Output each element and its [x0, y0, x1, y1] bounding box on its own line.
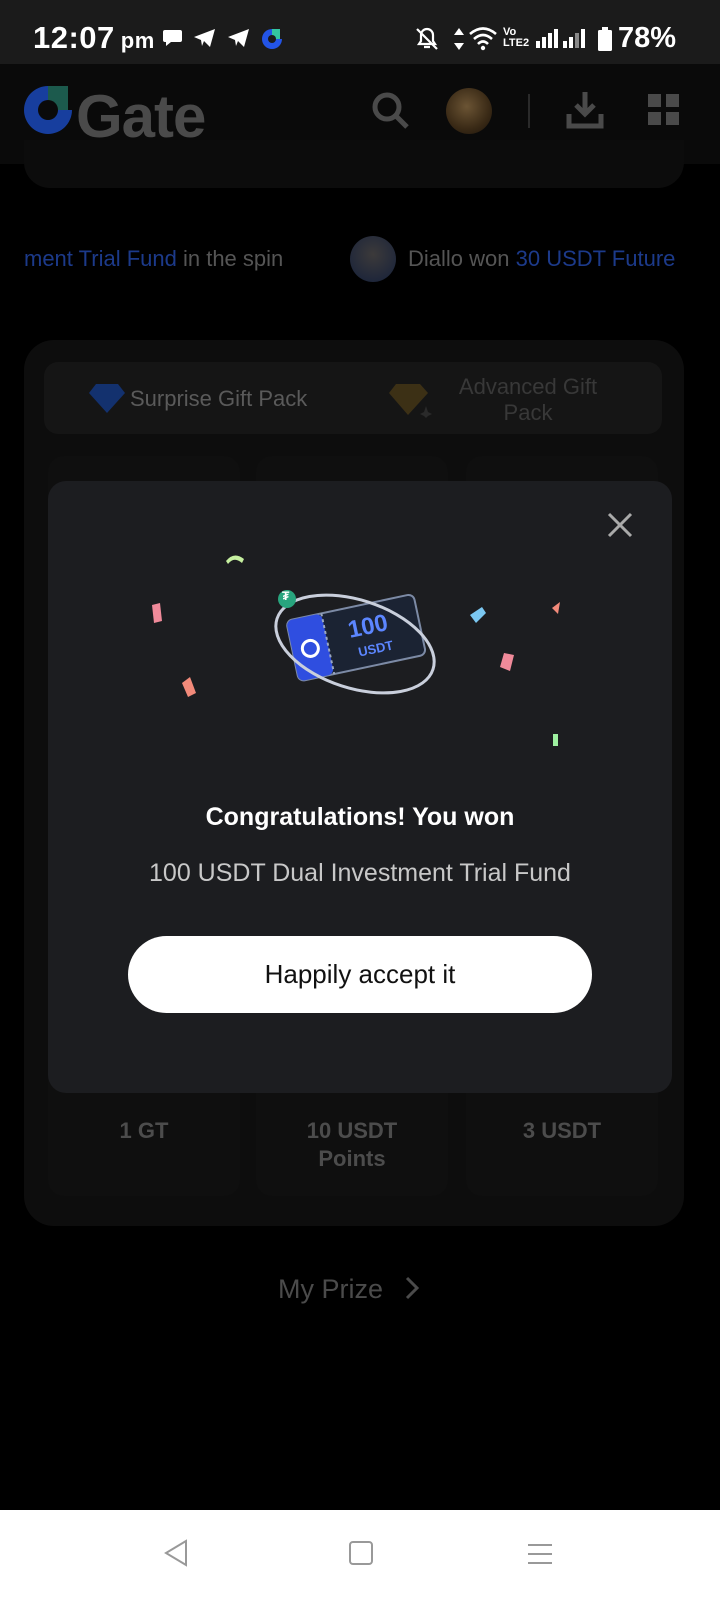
accept-button[interactable]: Happily accept it [128, 936, 592, 1013]
confetti-icon-5 [498, 651, 516, 678]
win-modal: 100 USDT ₮ Congratulations! You won 100 … [48, 481, 672, 1093]
chat-bubble-icon [162, 28, 184, 53]
confetti-icon-4 [468, 605, 488, 630]
confetti-icon-3 [180, 677, 198, 704]
tab-surprise-gift-pack[interactable]: Surprise Gift Pack [130, 386, 307, 412]
back-icon[interactable] [162, 1538, 190, 1573]
search-icon[interactable] [370, 90, 410, 135]
ticker-item-right: Diallo won 30 USDT Future [408, 246, 676, 271]
prize-label-3: 3 USDT [522, 1118, 602, 1143]
status-bar: 12:07 pm Vo LTE2 78% [0, 0, 720, 64]
chevron-right-icon [405, 1276, 419, 1300]
modal-title: Congratulations! You won [205, 803, 515, 831]
avatar[interactable] [446, 88, 492, 134]
gold-diamond-icon [388, 382, 432, 423]
signal-icon [535, 27, 559, 54]
battery-icon [597, 27, 613, 56]
confetti-icon-7 [552, 733, 560, 752]
download-icon[interactable] [566, 90, 604, 135]
ticker-item-left: ment Trial Fund in the spin [24, 246, 284, 271]
tether-icon: ₮ [282, 589, 290, 603]
menu-icon[interactable] [526, 1542, 554, 1571]
confetti-icon [224, 551, 246, 570]
gate-app-icon [260, 27, 284, 56]
home-icon[interactable] [348, 1540, 374, 1571]
battery-percent: 78% [617, 22, 676, 54]
telegram-icon [193, 28, 217, 53]
wifi-icon [468, 25, 498, 56]
prize-label-2: 10 USDT Points [306, 1118, 398, 1171]
apps-grid-icon[interactable] [648, 94, 680, 131]
winner-avatar [350, 236, 396, 282]
diamond-icon [88, 382, 126, 419]
mute-bell-icon [414, 26, 440, 57]
telegram-icon-2 [227, 28, 251, 53]
data-arrows-icon [452, 26, 466, 57]
close-icon[interactable] [600, 505, 640, 545]
confetti-icon-2 [150, 603, 164, 630]
system-nav-bar [0, 1510, 720, 1600]
status-time: 12:07 pm [33, 20, 155, 55]
modal-subtitle: 100 USDT Dual Investment Trial Fund [149, 859, 571, 887]
prize-label-1: 1 GT [119, 1118, 169, 1143]
signal-icon-2 [562, 27, 586, 54]
top-card-edge [24, 140, 684, 188]
gate-logo-icon[interactable] [22, 84, 74, 141]
my-prize-link[interactable]: My Prize [278, 1274, 423, 1305]
tab-advanced-gift-pack[interactable]: Advanced Gift Pack [440, 374, 616, 426]
confetti-icon-6 [552, 601, 560, 619]
header-divider [528, 94, 530, 128]
volte-icon: Vo LTE2 [503, 26, 530, 49]
